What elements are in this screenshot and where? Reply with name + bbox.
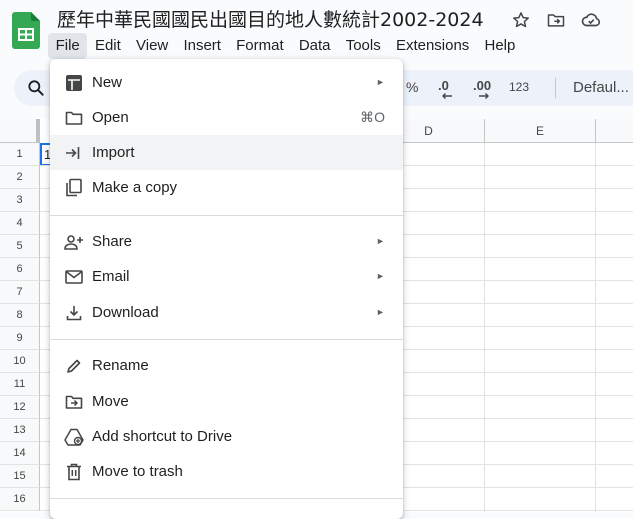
menu-help[interactable]: Help [477, 33, 523, 59]
menu-extensions[interactable]: Extensions [388, 33, 477, 59]
menu-item-move-to-trash[interactable]: Move to trash [50, 454, 403, 489]
menu-item-move[interactable]: Move [50, 384, 403, 419]
increase-decimal-label: .00 [473, 78, 492, 93]
download-icon [64, 303, 84, 323]
pencil-icon [64, 356, 84, 376]
menu-separator [50, 339, 403, 340]
menu-item-label: Import [92, 144, 135, 161]
row-header[interactable]: 10 [0, 350, 40, 373]
menu-item-label: New [92, 74, 123, 91]
submenu-arrow-icon: ► [376, 236, 385, 246]
format-percent-button[interactable]: % [406, 79, 418, 95]
toolbar-divider [555, 78, 556, 98]
import-icon [64, 143, 84, 163]
row-header[interactable]: 3 [0, 189, 40, 212]
share-person-icon [64, 232, 84, 252]
row-header[interactable]: 2 [0, 166, 40, 189]
search-menus-icon[interactable] [26, 78, 46, 98]
drive-shortcut-icon [64, 427, 84, 447]
folder-icon [64, 108, 84, 128]
row-header[interactable]: 1 [0, 143, 40, 166]
menu-item-add-shortcut-to-drive[interactable]: Add shortcut to Drive [50, 419, 403, 454]
file-menu-dropdown: New ► Open ⌘O Import Make a copy Share ►… [50, 59, 403, 519]
menu-item-import[interactable]: Import [50, 135, 403, 170]
menu-item-label: Move [92, 393, 129, 410]
menu-bar: File Edit View Insert Format Data Tools … [48, 33, 523, 59]
row-header[interactable]: 9 [0, 327, 40, 350]
select-all-corner[interactable] [0, 119, 40, 143]
menu-item-email[interactable]: Email ► [50, 259, 403, 294]
row-header[interactable]: 7 [0, 281, 40, 304]
menu-item-new[interactable]: New ► [50, 65, 403, 100]
menu-item-label: Make a copy [92, 179, 178, 196]
menu-item-download[interactable]: Download ► [50, 295, 403, 330]
app-header: 歷年中華民國國民出國目的地人數統計2002-2024 File Edit Vie… [0, 0, 633, 64]
star-icon[interactable] [510, 9, 532, 31]
sheets-logo-icon[interactable] [12, 12, 40, 49]
move-folder-icon [64, 392, 84, 412]
decrease-decimal-label: .0 [438, 78, 449, 93]
menu-data[interactable]: Data [291, 33, 338, 59]
menu-item-label: Add shortcut to Drive [92, 428, 233, 445]
submenu-arrow-icon: ► [376, 307, 385, 317]
arrow-right-icon [479, 93, 489, 99]
menu-separator [50, 498, 403, 499]
more-formats-button[interactable]: 123 [509, 80, 529, 94]
row-header[interactable]: 14 [0, 442, 40, 465]
menu-item-label: Email [92, 268, 130, 285]
column-header-e[interactable]: E [485, 119, 596, 143]
submenu-arrow-icon: ► [376, 77, 385, 87]
trash-icon [64, 462, 84, 482]
menu-item-share[interactable]: Share ► [50, 224, 403, 259]
shortcut-label: ⌘O [360, 109, 385, 125]
decrease-decimal-button[interactable]: .0 [438, 78, 453, 100]
email-icon [64, 267, 84, 287]
column-divider [595, 143, 596, 512]
menu-item-rename[interactable]: Rename [50, 348, 403, 383]
row-header[interactable]: 15 [0, 465, 40, 488]
new-sheet-icon [64, 73, 84, 93]
menu-edit[interactable]: Edit [87, 33, 128, 59]
row-header[interactable]: 6 [0, 258, 40, 281]
column-divider [484, 143, 485, 512]
row-header[interactable]: 12 [0, 396, 40, 419]
menu-view[interactable]: View [128, 33, 175, 59]
arrow-left-icon [442, 93, 452, 99]
submenu-arrow-icon: ► [376, 271, 385, 281]
menu-item-label: Open [92, 109, 129, 126]
menu-item-label: Rename [92, 357, 149, 374]
row-header[interactable]: 16 [0, 488, 40, 511]
increase-decimal-button[interactable]: .00 [473, 78, 491, 100]
frozen-column-handle[interactable] [36, 119, 40, 143]
row-header[interactable]: 4 [0, 212, 40, 235]
menu-item-open[interactable]: Open ⌘O [50, 100, 403, 135]
menu-file[interactable]: File [48, 33, 88, 59]
menu-tools[interactable]: Tools [338, 33, 388, 59]
cloud-saved-icon[interactable] [580, 9, 602, 31]
menu-item-label: Download [92, 304, 159, 321]
move-to-folder-icon[interactable] [545, 9, 567, 31]
menu-separator [50, 215, 403, 216]
menu-item-label: Share [92, 233, 133, 250]
column-header-f[interactable] [596, 119, 633, 143]
row-header[interactable]: 8 [0, 304, 40, 327]
row-header[interactable]: 13 [0, 419, 40, 442]
menu-item-label: Move to trash [92, 463, 183, 480]
menu-item-make-a-copy[interactable]: Make a copy [50, 170, 403, 205]
menu-insert[interactable]: Insert [176, 33, 229, 59]
copy-icon [64, 178, 84, 198]
font-family-select[interactable]: Defaul... [573, 79, 629, 96]
row-header[interactable]: 5 [0, 235, 40, 258]
row-header[interactable]: 11 [0, 373, 40, 396]
menu-format[interactable]: Format [229, 33, 292, 59]
document-title[interactable]: 歷年中華民國國民出國目的地人數統計2002-2024 [57, 7, 484, 33]
